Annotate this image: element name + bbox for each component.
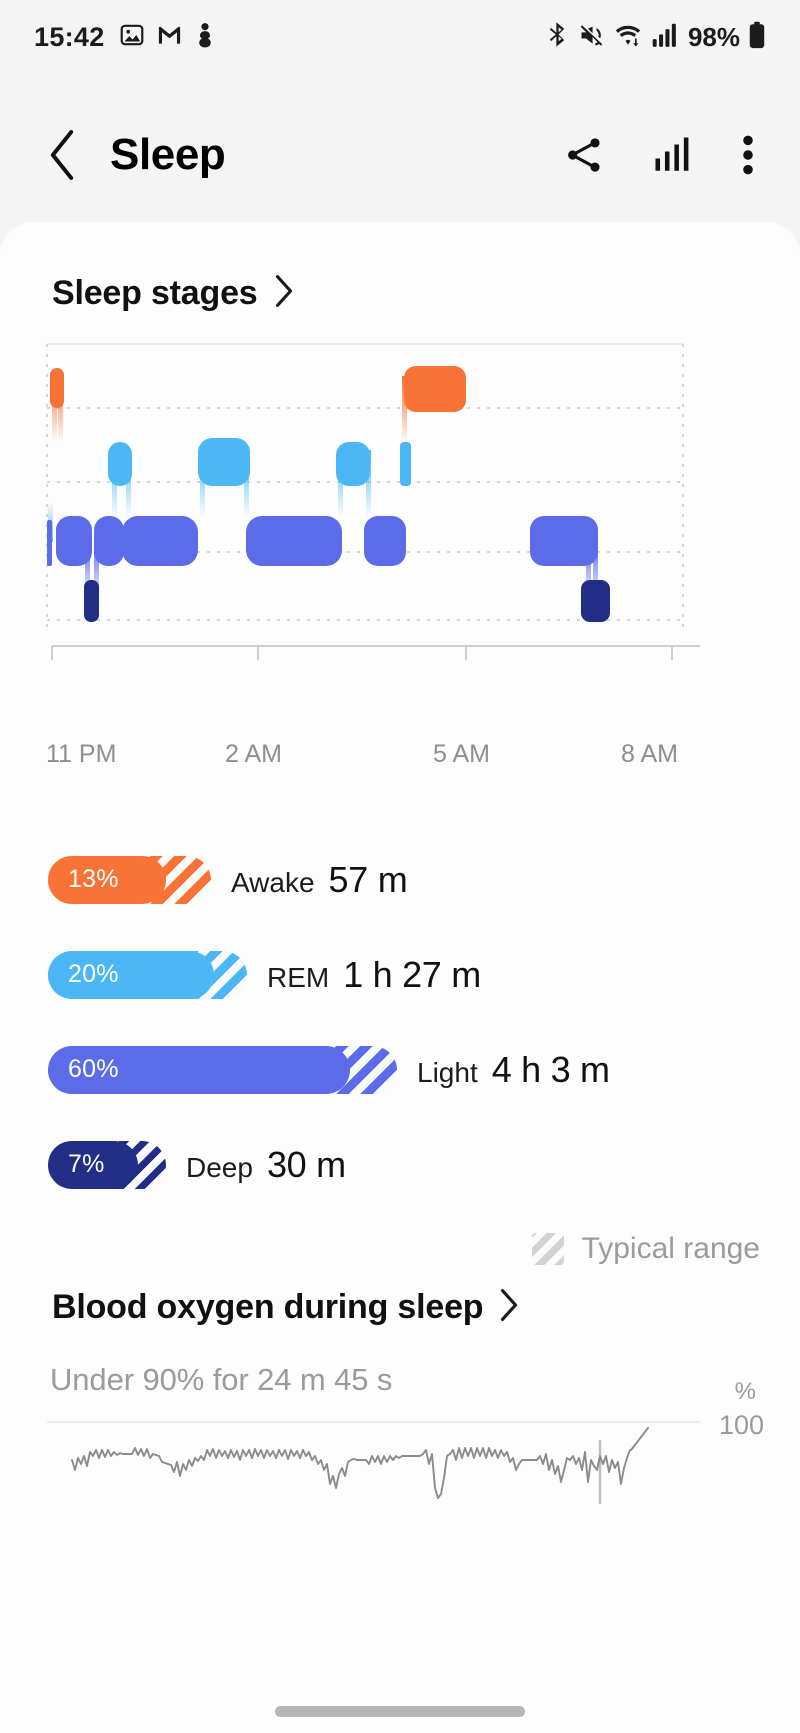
x-tick-0: 11 PM bbox=[46, 740, 117, 768]
app-bar: Sleep bbox=[0, 96, 800, 214]
sleep-screen: 15:42 98% Sleep Sleep stages 11 PM 2 AM … bbox=[0, 0, 800, 1733]
stage-bar-awake: 13% bbox=[48, 855, 166, 904]
wifi-icon bbox=[613, 22, 643, 53]
battery-icon bbox=[748, 21, 766, 54]
stage-percent-rem: 20% bbox=[68, 960, 119, 988]
stage-block-light bbox=[364, 516, 406, 566]
bar-chart-icon[interactable] bbox=[652, 133, 694, 177]
status-bar: 15:42 98% bbox=[0, 0, 800, 74]
status-time: 15:42 bbox=[34, 21, 105, 52]
stage-row-rem[interactable]: 20% REM 1 h 27 m bbox=[0, 927, 800, 1022]
typical-range-hatch-icon bbox=[531, 1233, 564, 1265]
stage-block-rem bbox=[108, 442, 132, 486]
x-tick-3: 8 AM bbox=[621, 740, 678, 768]
sleep-stage-legend-rows: 13% Awake 57 m 20% REM 1 h 27 m 60% Ligh… bbox=[0, 832, 800, 1212]
sleep-stages-chart bbox=[0, 330, 800, 760]
typical-range-legend: Typical range bbox=[531, 1232, 760, 1266]
stage-percent-awake: 13% bbox=[68, 865, 119, 893]
stage-duration-rem: 1 h 27 m bbox=[343, 953, 481, 995]
stage-percent-light: 60% bbox=[68, 1055, 119, 1083]
share-icon[interactable] bbox=[562, 133, 606, 177]
stage-row-light[interactable]: 60% Light 4 h 3 m bbox=[0, 1022, 800, 1117]
app-bar-actions bbox=[562, 133, 764, 177]
mute-icon bbox=[578, 22, 605, 53]
stage-block-rem bbox=[336, 442, 370, 486]
status-left-icons bbox=[119, 22, 216, 53]
stage-block-light bbox=[530, 516, 598, 566]
bluetooth-icon bbox=[545, 21, 570, 53]
stage-row-awake[interactable]: 13% Awake 57 m bbox=[0, 832, 800, 927]
stage-block-awake bbox=[404, 366, 466, 412]
sleep-stages-title: Sleep stages bbox=[52, 274, 258, 312]
spo2-line bbox=[71, 1447, 631, 1499]
stage-name-deep: Deep bbox=[186, 1151, 253, 1183]
stage-row-deep[interactable]: 7% Deep 30 m bbox=[0, 1117, 800, 1212]
stage-connectors bbox=[48, 376, 598, 622]
stage-blocks bbox=[47, 366, 610, 622]
stage-block-rem bbox=[198, 438, 250, 486]
stage-block-awake bbox=[50, 368, 64, 408]
stage-block-light bbox=[56, 516, 92, 566]
stage-percent-deep: 7% bbox=[68, 1150, 105, 1178]
stage-name-rem: REM bbox=[267, 961, 330, 993]
stage-bar-rem: 20% bbox=[48, 950, 214, 999]
blood-oxygen-subtitle: Under 90% for 24 m 45 s bbox=[50, 1362, 393, 1397]
chevron-right-icon bbox=[274, 274, 294, 313]
stage-block-light bbox=[122, 516, 198, 566]
page-title: Sleep bbox=[110, 130, 226, 179]
gmail-icon bbox=[156, 22, 183, 53]
stage-duration-light: 4 h 3 m bbox=[491, 1048, 610, 1090]
stage-bar-light: 60% bbox=[48, 1045, 350, 1094]
sleep-stages-header[interactable]: Sleep stages bbox=[0, 222, 800, 313]
typical-range-label: Typical range bbox=[581, 1232, 760, 1265]
stage-duration-awake: 57 m bbox=[328, 858, 408, 900]
blood-oxygen-header[interactable]: Blood oxygen during sleep bbox=[52, 1288, 519, 1327]
stage-duration-deep: 30 m bbox=[266, 1143, 346, 1185]
stage-name-awake: Awake bbox=[231, 866, 315, 898]
spo2-line-tail bbox=[630, 1427, 649, 1451]
overflow-menu-icon[interactable] bbox=[740, 133, 756, 177]
status-right-icons: 98% bbox=[545, 21, 766, 54]
x-tick-2: 5 AM bbox=[433, 740, 490, 768]
signal-icon bbox=[651, 22, 678, 53]
stage-block-rem bbox=[400, 442, 411, 486]
battery-percentage: 98% bbox=[687, 21, 740, 52]
chart-x-axis bbox=[51, 645, 700, 660]
gallery-icon bbox=[119, 22, 145, 53]
stage-block-deep bbox=[581, 580, 610, 622]
person-icon bbox=[194, 22, 216, 53]
stage-name-light: Light bbox=[417, 1056, 478, 1088]
chevron-right-icon bbox=[499, 1288, 519, 1327]
stage-block-light bbox=[246, 516, 342, 566]
blood-oxygen-title: Blood oxygen during sleep bbox=[52, 1288, 484, 1326]
stage-block-light bbox=[94, 516, 124, 566]
back-button[interactable] bbox=[36, 129, 88, 181]
stage-bar-deep: 7% bbox=[48, 1140, 138, 1189]
blood-oxygen-chart bbox=[0, 1398, 800, 1528]
chart-x-tick-labels: 11 PM 2 AM 5 AM 8 AM bbox=[0, 740, 800, 780]
x-tick-1: 2 AM bbox=[225, 740, 282, 768]
home-indicator[interactable] bbox=[275, 1706, 525, 1717]
stage-block-deep bbox=[84, 580, 99, 622]
